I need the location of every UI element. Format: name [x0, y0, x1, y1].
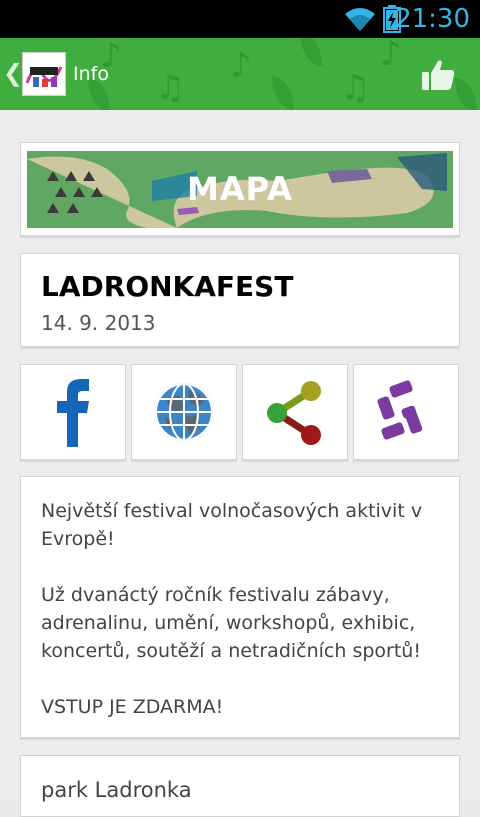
event-title-card: LADRONKAFEST 14. 9. 2013 — [20, 253, 460, 347]
music-note-decoration: ♫ — [155, 68, 186, 108]
music-note-decoration: ♪ — [230, 46, 252, 86]
description-card: Největší festival volnočasových aktivit … — [20, 476, 460, 738]
thumbs-up-icon[interactable] — [420, 58, 456, 92]
leaf-decoration — [455, 78, 477, 110]
action-bar: ♪ ♫ ♪ ♫ ♪ ❮ Info — [0, 38, 480, 110]
description-paragraph: VSTUP JE ZDARMA! — [41, 696, 224, 718]
event-date: 14. 9. 2013 — [41, 311, 156, 335]
event-name: LADRONKAFEST — [41, 270, 294, 303]
facebook-button[interactable] — [20, 364, 126, 460]
page-title: Info — [73, 63, 109, 85]
description-paragraph: Největší festival volnočasových aktivit … — [41, 500, 423, 550]
music-note-decoration: ♫ — [340, 68, 371, 108]
description-paragraph: Už dvanáctý ročník festivalu zábavy, adr… — [41, 584, 421, 662]
map-label: MAPA — [187, 170, 293, 208]
app-logo[interactable] — [22, 52, 66, 96]
website-button[interactable] — [131, 364, 237, 460]
event-description: Největší festival volnočasových aktivit … — [41, 497, 441, 749]
chevron-left-icon[interactable]: ❮ — [3, 58, 23, 88]
location-card[interactable]: park Ladronka — [20, 755, 460, 817]
share-icon — [267, 381, 321, 445]
g-app-button[interactable] — [353, 364, 459, 460]
share-button[interactable] — [242, 364, 348, 460]
globe-icon — [155, 383, 213, 441]
status-bar: 21:30 — [0, 0, 480, 38]
facebook-icon — [57, 379, 89, 447]
music-note-decoration: ♪ — [380, 38, 402, 74]
leaf-decoration — [272, 76, 294, 110]
leaf-decoration — [300, 38, 322, 66]
clock: 21:30 — [395, 4, 470, 34]
g-logo-icon — [377, 380, 423, 440]
map-card[interactable]: MAPA — [20, 142, 460, 236]
map-banner[interactable]: MAPA — [27, 151, 453, 228]
content-area: MAPA LADRONKAFEST 14. 9. 2013 Největší f… — [0, 110, 480, 817]
wifi-icon — [345, 8, 375, 31]
